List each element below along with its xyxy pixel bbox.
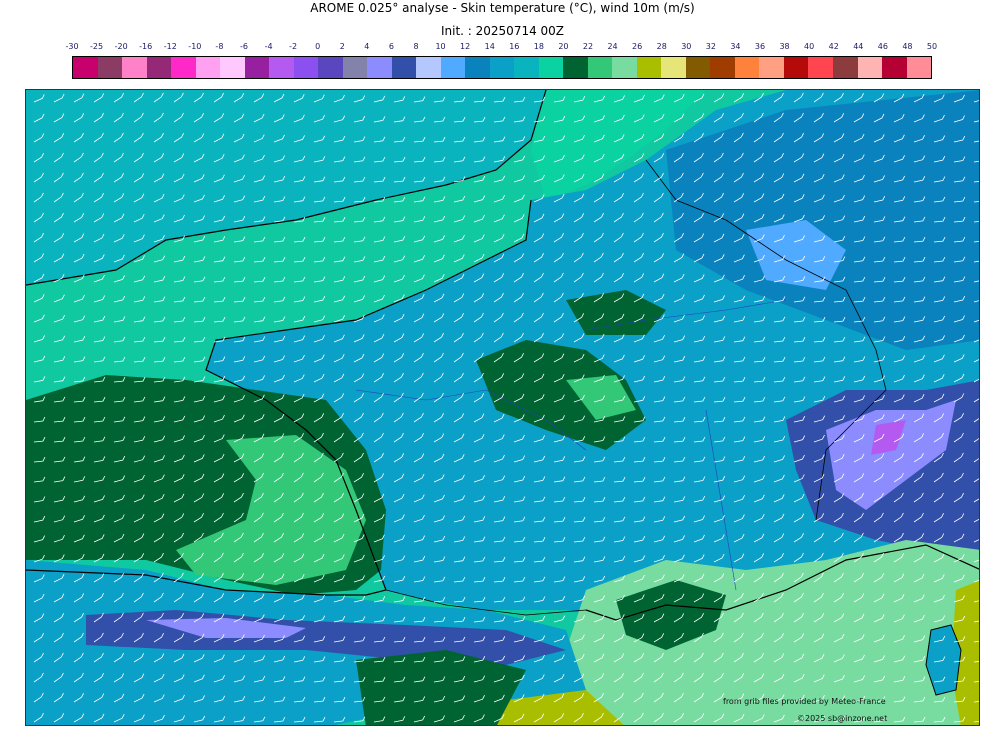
colorbar-tick-label: 24 xyxy=(607,42,618,51)
colorbar-tick-label: 10 xyxy=(435,42,446,51)
colorbar-swatch xyxy=(808,57,833,78)
source-credit: from grib files provided by Meteo-France xyxy=(723,697,886,706)
colorbar-tick-label: -30 xyxy=(65,42,79,51)
colorbar-swatch xyxy=(440,57,466,78)
colorbar-tick-label: 26 xyxy=(632,42,643,51)
colorbar-tick-label: 44 xyxy=(853,42,864,51)
colorbar-swatch xyxy=(318,57,343,78)
colorbar-swatch xyxy=(783,57,809,78)
colorbar-tick-label: 8 xyxy=(413,42,419,51)
colorbar-tick-label: 6 xyxy=(388,42,394,51)
colorbar-tick-label: 40 xyxy=(804,42,815,51)
colorbar-swatch xyxy=(857,57,883,78)
colorbar-tick-label: -8 xyxy=(215,42,224,51)
colorbar-swatch xyxy=(97,57,123,78)
colorbar-swatch xyxy=(269,57,294,78)
colorbar-tick-label: -4 xyxy=(264,42,273,51)
chart-title: AROME 0.025° analyse - Skin temperature … xyxy=(310,1,695,15)
colorbar-swatch xyxy=(293,57,319,78)
colorbar-swatch xyxy=(146,57,172,78)
colorbar-swatch xyxy=(710,57,735,78)
colorbar-swatch xyxy=(195,57,221,78)
colorbar-swatch xyxy=(661,57,686,78)
colorbar-swatch xyxy=(514,57,539,78)
colorbar-tick-label: -10 xyxy=(188,42,202,51)
colorbar-tick-label: 12 xyxy=(460,42,471,51)
colorbar-tick-label: 42 xyxy=(828,42,839,51)
colorbar-swatch xyxy=(220,57,245,78)
colorbar-swatch xyxy=(244,57,270,78)
colorbar-tick-label: 50 xyxy=(926,42,938,51)
colorbar-tick-label: -6 xyxy=(240,42,248,51)
colorbar-swatch xyxy=(734,57,760,78)
colorbar-tick-label: -16 xyxy=(139,42,153,51)
map-canvas xyxy=(26,90,979,725)
colorbar-tick-label: -2 xyxy=(289,42,298,51)
colorbar-swatch xyxy=(563,57,588,78)
colorbar-tick-label: 32 xyxy=(705,42,716,51)
colorbar-tick-label: 20 xyxy=(558,42,569,51)
colorbar-tick-label: 36 xyxy=(754,42,766,51)
colorbar-swatch xyxy=(882,57,907,78)
colorbar-swatch xyxy=(587,57,613,78)
colorbar-swatch xyxy=(367,57,392,78)
colorbar-swatch xyxy=(538,57,564,78)
colorbar-swatch xyxy=(685,57,711,78)
colorbar-tick-label: 14 xyxy=(484,42,495,51)
colorbar-tick-label: 38 xyxy=(779,42,790,51)
colorbar-tick-label: 22 xyxy=(582,42,594,51)
colorbar-swatch xyxy=(489,57,515,78)
colorbar-swatch xyxy=(73,57,98,78)
colorbar-tick-label: 30 xyxy=(681,42,692,51)
colorbar-swatch xyxy=(759,57,784,78)
colorbar-tick-label: -25 xyxy=(90,42,104,51)
colorbar-swatch xyxy=(612,57,637,78)
colorbar xyxy=(72,56,932,79)
colorbar-swatch xyxy=(171,57,196,78)
colorbar-swatch xyxy=(122,57,147,78)
colorbar-swatch xyxy=(832,57,858,78)
copyright-credit: ©2025 sb@inzone.net xyxy=(797,714,888,723)
colorbar-tick-label: 0 xyxy=(315,42,321,51)
colorbar-swatch xyxy=(391,57,417,78)
init-time: Init. : 20250714 00Z xyxy=(440,24,565,38)
colorbar-tick-label: -12 xyxy=(163,42,177,51)
temperature-map xyxy=(25,89,980,726)
colorbar-swatch xyxy=(636,57,662,78)
colorbar-tick-label: 2 xyxy=(339,42,345,51)
colorbar-tick-label: 18 xyxy=(533,42,544,51)
colorbar-tick-label: 28 xyxy=(656,42,667,51)
colorbar-tick-label: 48 xyxy=(902,42,913,51)
colorbar-ticks: -30 -25 -20 -16 -12 -10 -8 -6 -4 -2 0 2 4 6 8 10 12 14 16 1… xyxy=(0,42,1005,54)
colorbar-tick-label: 34 xyxy=(730,42,741,51)
colorbar-swatch xyxy=(465,57,490,78)
colorbar-swatch xyxy=(342,57,368,78)
colorbar-swatch xyxy=(906,57,932,78)
colorbar-tick-label: 16 xyxy=(509,42,520,51)
colorbar-tick-label: -20 xyxy=(114,42,128,51)
colorbar-tick-label: 4 xyxy=(364,42,370,51)
colorbar-swatch xyxy=(416,57,441,78)
colorbar-tick-label: 46 xyxy=(877,42,888,51)
